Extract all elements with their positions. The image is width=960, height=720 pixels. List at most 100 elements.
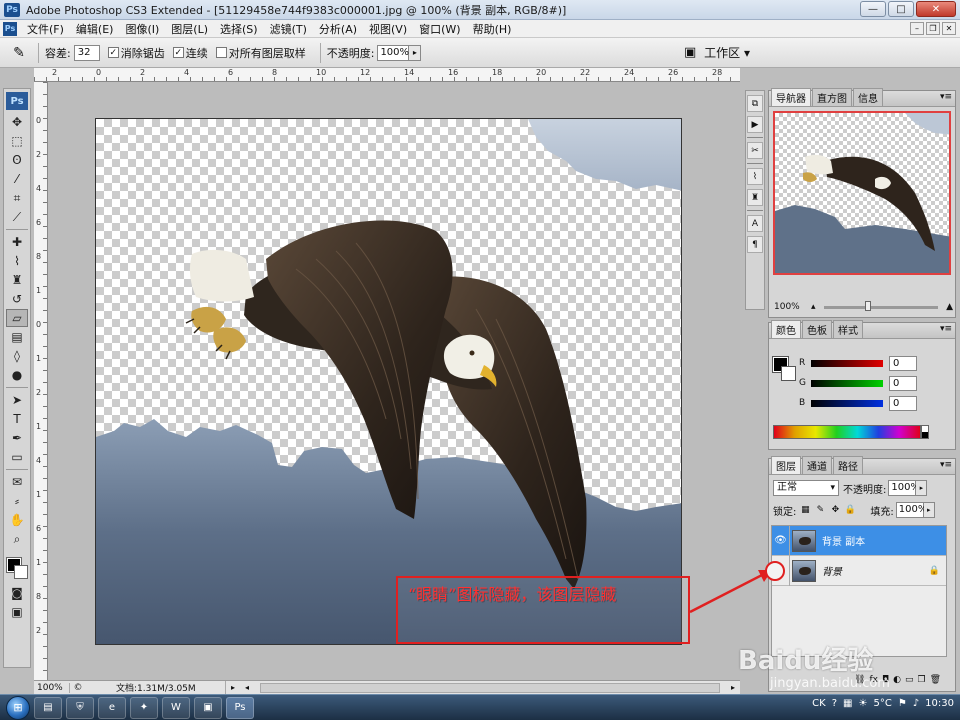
- tab-paths[interactable]: 路径: [833, 456, 863, 474]
- menu-layer[interactable]: 图层(L): [165, 21, 214, 37]
- tab-info[interactable]: 信息: [853, 88, 883, 106]
- crop-tool-icon[interactable]: ⌗: [6, 189, 28, 207]
- menu-filter[interactable]: 滤镜(T): [264, 21, 313, 37]
- green-value-input[interactable]: 0: [889, 375, 917, 391]
- menu-analysis[interactable]: 分析(A): [313, 21, 363, 37]
- menu-window[interactable]: 窗口(W): [413, 21, 466, 37]
- screen-mode-icon[interactable]: ▣: [6, 603, 28, 621]
- layer-opacity-arrow[interactable]: ▸: [916, 480, 928, 496]
- layer-opacity-input[interactable]: 100%: [888, 480, 920, 496]
- menu-file[interactable]: 文件(F): [21, 21, 70, 37]
- weather-sun-icon[interactable]: ☀: [858, 698, 867, 709]
- taskbar-word-icon[interactable]: W: [162, 696, 190, 719]
- history-panel-icon[interactable]: ⧉: [747, 95, 763, 112]
- pen-tool-icon[interactable]: ✒: [6, 429, 28, 447]
- doc-info-icon[interactable]: ©: [70, 683, 86, 693]
- close-button[interactable]: ✕: [916, 1, 956, 17]
- scroll-right-arrow[interactable]: ▸: [726, 683, 740, 692]
- black-white-ramp[interactable]: [921, 425, 929, 439]
- contiguous-checkbox[interactable]: ✓ 连续: [172, 45, 208, 61]
- lock-all-icon[interactable]: 🔒: [844, 504, 856, 516]
- horizontal-scrollbar[interactable]: [260, 682, 720, 693]
- blend-mode-select[interactable]: 正常: [773, 480, 839, 496]
- path-select-tool-icon[interactable]: ➤: [6, 391, 28, 409]
- taskbar-photoshop-icon[interactable]: Ps: [226, 696, 254, 719]
- marquee-tool-icon[interactable]: ⬚: [6, 132, 28, 150]
- slice-tool-icon[interactable]: ⟋: [6, 208, 28, 226]
- doc-close-button[interactable]: ✕: [942, 22, 956, 35]
- adjustment-layer-icon[interactable]: ◐: [893, 675, 901, 689]
- scroll-left-arrow[interactable]: ◂: [240, 683, 254, 692]
- lock-position-icon[interactable]: ✥: [829, 504, 841, 516]
- sample-all-layers-checkbox[interactable]: 对所有图层取样: [215, 45, 306, 61]
- paragraph-panel-icon[interactable]: ¶: [747, 236, 763, 253]
- brush-tool-icon[interactable]: ⌇: [6, 252, 28, 270]
- tab-navigator[interactable]: 导航器: [771, 88, 811, 106]
- zoom-slider[interactable]: [823, 300, 939, 311]
- start-button[interactable]: ⊞: [6, 695, 30, 720]
- tab-styles[interactable]: 样式: [833, 320, 863, 338]
- magic-wand-tool-icon[interactable]: ⁄: [6, 170, 28, 188]
- tool-preset-picker[interactable]: ✎: [6, 42, 32, 64]
- navigator-zoom[interactable]: 100%: [771, 302, 811, 312]
- menu-edit[interactable]: 编辑(E): [70, 21, 120, 37]
- antialias-checkbox[interactable]: ✓ 消除锯齿: [107, 45, 165, 61]
- lock-pixels-icon[interactable]: ✎: [814, 504, 826, 516]
- zoom-out-icon[interactable]: ▴: [811, 302, 816, 312]
- visibility-eye-icon[interactable]: 👁: [772, 525, 790, 556]
- layer-row-background[interactable]: 背景 🔒: [772, 555, 946, 586]
- network-icon[interactable]: ▦: [843, 698, 852, 709]
- menu-view[interactable]: 视图(V): [363, 21, 413, 37]
- tolerance-input[interactable]: 32: [73, 44, 100, 61]
- dodge-tool-icon[interactable]: ●: [6, 366, 28, 384]
- fill-input[interactable]: 100%: [895, 502, 927, 518]
- lock-transparency-icon[interactable]: ▦: [799, 504, 811, 516]
- blur-tool-icon[interactable]: ◊: [6, 347, 28, 365]
- tab-swatches[interactable]: 色板: [802, 320, 832, 338]
- color-spectrum-bar[interactable]: [773, 425, 921, 439]
- file-browser-icon[interactable]: ▣: [680, 43, 700, 61]
- tab-layers[interactable]: 图层: [771, 456, 801, 474]
- zoom-tool-icon[interactable]: ⌕: [6, 530, 28, 548]
- red-slider[interactable]: [811, 359, 883, 367]
- green-slider[interactable]: [811, 379, 883, 387]
- taskbar-app-icon[interactable]: ✦: [130, 696, 158, 719]
- delete-layer-icon[interactable]: 🗑: [930, 675, 941, 689]
- doc-minimize-button[interactable]: –: [910, 22, 924, 35]
- document-icon[interactable]: Ps: [3, 21, 17, 36]
- minimize-button[interactable]: —: [860, 1, 886, 17]
- history-brush-tool-icon[interactable]: ↺: [6, 290, 28, 308]
- taskbar-shield-icon[interactable]: ⛨: [66, 696, 94, 719]
- lasso-tool-icon[interactable]: ʘ: [6, 151, 28, 169]
- taskbar-explorer-icon[interactable]: ▤: [34, 696, 62, 719]
- blue-slider[interactable]: [811, 399, 883, 407]
- zoom-level[interactable]: 100%: [34, 682, 70, 693]
- fill-arrow[interactable]: ▸: [923, 502, 935, 518]
- type-tool-icon[interactable]: T: [6, 410, 28, 428]
- flag-icon[interactable]: ⚑: [898, 698, 907, 709]
- weather-temp[interactable]: 5°C: [873, 698, 891, 709]
- maximize-button[interactable]: □: [888, 1, 914, 17]
- taskbar-ie-icon[interactable]: e: [98, 696, 126, 719]
- clock[interactable]: 10:30: [925, 698, 954, 709]
- opacity-slider-arrow[interactable]: ▸: [409, 44, 422, 61]
- notes-tool-icon[interactable]: ✉: [6, 473, 28, 491]
- help-icon[interactable]: ?: [832, 698, 837, 709]
- document-canvas[interactable]: [95, 118, 682, 645]
- character-panel-icon[interactable]: A: [747, 215, 763, 232]
- workspace-menu[interactable]: 工作区 ▾: [704, 44, 750, 61]
- panel-menu-icon[interactable]: ▾≡: [940, 460, 952, 470]
- taskbar-folder-icon[interactable]: ▣: [194, 696, 222, 719]
- quick-mask-icon[interactable]: ◙: [6, 584, 28, 602]
- panel-menu-icon[interactable]: ▾≡: [940, 92, 952, 102]
- volume-icon[interactable]: ♪: [913, 698, 919, 709]
- hand-tool-icon[interactable]: ✋: [6, 511, 28, 529]
- input-language[interactable]: CK: [812, 698, 826, 709]
- status-menu-arrow[interactable]: ▸: [226, 683, 240, 692]
- healing-tool-icon[interactable]: ✚: [6, 233, 28, 251]
- doc-restore-button[interactable]: ❐: [926, 22, 940, 35]
- opacity-input[interactable]: 100%: [377, 44, 410, 61]
- actions-panel-icon[interactable]: ▶: [747, 116, 763, 133]
- shape-tool-icon[interactable]: ▭: [6, 448, 28, 466]
- menu-image[interactable]: 图像(I): [119, 21, 165, 37]
